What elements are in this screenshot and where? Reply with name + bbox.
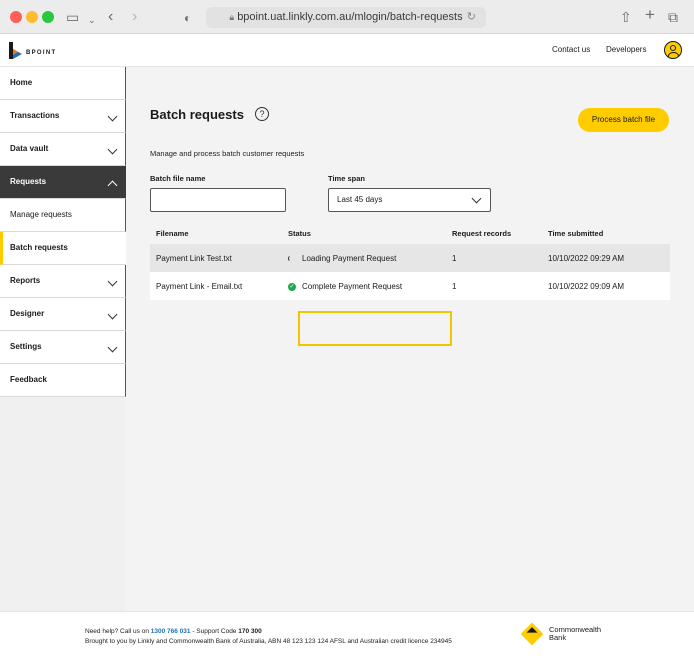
phone-link[interactable]: 1300 766 031: [151, 628, 191, 635]
lock-icon: 🔒︎: [229, 12, 235, 22]
footer-legal: Brought to you by Linkly and Commonwealt…: [85, 637, 452, 645]
bank-name-line2: Bank: [549, 633, 567, 642]
chevron-up-icon: [107, 180, 118, 191]
cell-time-submitted: 10/10/2022 09:09 AM: [548, 282, 625, 291]
footer: Need help? Call us on 1300 766 031 - Sup…: [0, 611, 694, 658]
status-text: Loading Payment Request: [302, 254, 397, 263]
bpoint-logo-icon: [9, 41, 22, 59]
column-header-time-submitted[interactable]: Time submitted: [548, 229, 603, 238]
sidebar-toggle-icon[interactable]: ▭: [66, 8, 79, 26]
cba-diamond-icon: [520, 622, 544, 646]
sidebar-item-reports[interactable]: Reports: [0, 265, 126, 298]
chevron-down-icon: [107, 309, 118, 320]
close-window-button[interactable]: [10, 11, 22, 23]
check-circle-icon: ✓: [288, 282, 296, 291]
table-header: Filename Status Request records Time sub…: [150, 223, 670, 243]
status-text: Complete Payment Request: [302, 282, 403, 291]
sidebar-item-label: Requests: [10, 177, 47, 186]
cell-filename: Payment Link Test.txt: [156, 254, 232, 263]
back-icon[interactable]: ‹: [108, 8, 113, 26]
batch-file-name-label: Batch file name: [150, 174, 206, 183]
sidebar-item-designer[interactable]: Designer: [0, 298, 126, 331]
sidebar-item-settings[interactable]: Settings: [0, 331, 126, 364]
bpoint-logo[interactable]: BPOINT: [9, 41, 56, 59]
contact-us-link[interactable]: Contact us: [552, 45, 590, 54]
table-row[interactable]: Payment Link - Email.txt ✓ Complete Paym…: [150, 272, 670, 300]
time-span-value: Last 45 days: [337, 195, 383, 204]
chevron-down-icon: [107, 144, 118, 155]
support-prefix: - Support Code: [190, 628, 239, 635]
table-row[interactable]: Payment Link Test.txt Loading Payment Re…: [150, 244, 670, 272]
chevron-down-icon: [107, 111, 118, 122]
chevron-down-icon: [107, 342, 118, 353]
commonwealth-bank-logo: Commonwealth Bank: [520, 622, 601, 646]
status-highlight-box: [298, 311, 452, 346]
cell-status: Loading Payment Request: [288, 254, 396, 263]
loading-spinner-icon: [288, 255, 295, 262]
address-bar[interactable]: 🔒︎ bpoint.uat.linkly.com.au/mlogin/batch-…: [206, 7, 486, 28]
sidebar-item-label: Home: [10, 78, 33, 87]
sidebar-item-label: Feedback: [10, 375, 47, 384]
sidebar-item-batch-requests[interactable]: Batch requests: [0, 232, 126, 265]
cell-time-submitted: 10/10/2022 09:29 AM: [548, 254, 625, 263]
browser-toolbar: ▭ ⌄ ‹ › ◐ 🔒︎ bpoint.uat.linkly.com.au/mlo…: [0, 0, 694, 34]
sidebar-item-label: Settings: [10, 342, 42, 351]
column-header-request-records[interactable]: Request records: [452, 229, 511, 238]
reload-icon[interactable]: ↻: [467, 7, 476, 28]
sidebar-item-feedback[interactable]: Feedback: [0, 364, 126, 397]
cell-request-records: 1: [452, 282, 457, 291]
cell-status: ✓ Complete Payment Request: [288, 282, 402, 291]
column-header-status[interactable]: Status: [288, 229, 311, 238]
sidebar-item-transactions[interactable]: Transactions: [0, 100, 126, 133]
sidebar-item-data-vault[interactable]: Data vault: [0, 133, 126, 166]
chevron-down-icon[interactable]: ⌄: [88, 11, 96, 29]
sidebar-item-label: Data vault: [10, 144, 49, 153]
help-icon[interactable]: ?: [255, 107, 269, 121]
chevron-down-icon: [471, 193, 482, 204]
app-header: BPOINT Contact us Developers: [0, 34, 694, 67]
sidebar-item-manage-requests[interactable]: Manage requests: [0, 199, 126, 232]
page-subtitle: Manage and process batch customer reques…: [150, 149, 305, 158]
chevron-down-icon: [107, 276, 118, 287]
sidebar-item-label: Designer: [10, 309, 45, 318]
page-title: Batch requests: [150, 107, 244, 122]
sidebar-item-label: Manage requests: [10, 210, 72, 219]
support-code: 170 300: [238, 628, 262, 635]
forward-icon[interactable]: ›: [132, 8, 137, 26]
sidebar-item-label: Reports: [10, 276, 41, 285]
footer-text: Need help? Call us on 1300 766 031 - Sup…: [85, 627, 452, 646]
developers-link[interactable]: Developers: [606, 45, 646, 54]
sidebar: Home Transactions Data vault Requests Ma…: [0, 67, 126, 611]
main-content: Batch requests ? Process batch file Mana…: [126, 67, 694, 611]
time-span-label: Time span: [328, 174, 365, 183]
privacy-shield-icon[interactable]: ◐: [184, 9, 191, 27]
new-tab-icon[interactable]: +: [645, 6, 655, 24]
cell-filename: Payment Link - Email.txt: [156, 282, 243, 291]
url-text: bpoint.uat.linkly.com.au/mlogin/batch-re…: [237, 11, 463, 23]
column-header-filename[interactable]: Filename: [156, 229, 189, 238]
user-avatar-icon[interactable]: [664, 41, 682, 59]
sidebar-item-requests[interactable]: Requests: [0, 166, 126, 199]
process-batch-file-button[interactable]: Process batch file: [578, 108, 669, 132]
time-span-select[interactable]: Last 45 days: [328, 188, 491, 212]
cell-request-records: 1: [452, 254, 457, 263]
zoom-window-button[interactable]: [42, 11, 54, 23]
sidebar-item-label: Transactions: [10, 111, 60, 120]
sidebar-item-label: Batch requests: [10, 243, 68, 252]
help-prefix: Need help? Call us on: [85, 628, 151, 635]
batch-file-name-input[interactable]: [150, 188, 286, 212]
share-icon[interactable]: ⇧: [620, 8, 632, 26]
logo-text: BPOINT: [26, 49, 57, 56]
tab-overview-icon[interactable]: ⧉: [668, 8, 678, 26]
sidebar-item-home[interactable]: Home: [0, 67, 126, 100]
minimize-window-button[interactable]: [26, 11, 38, 23]
